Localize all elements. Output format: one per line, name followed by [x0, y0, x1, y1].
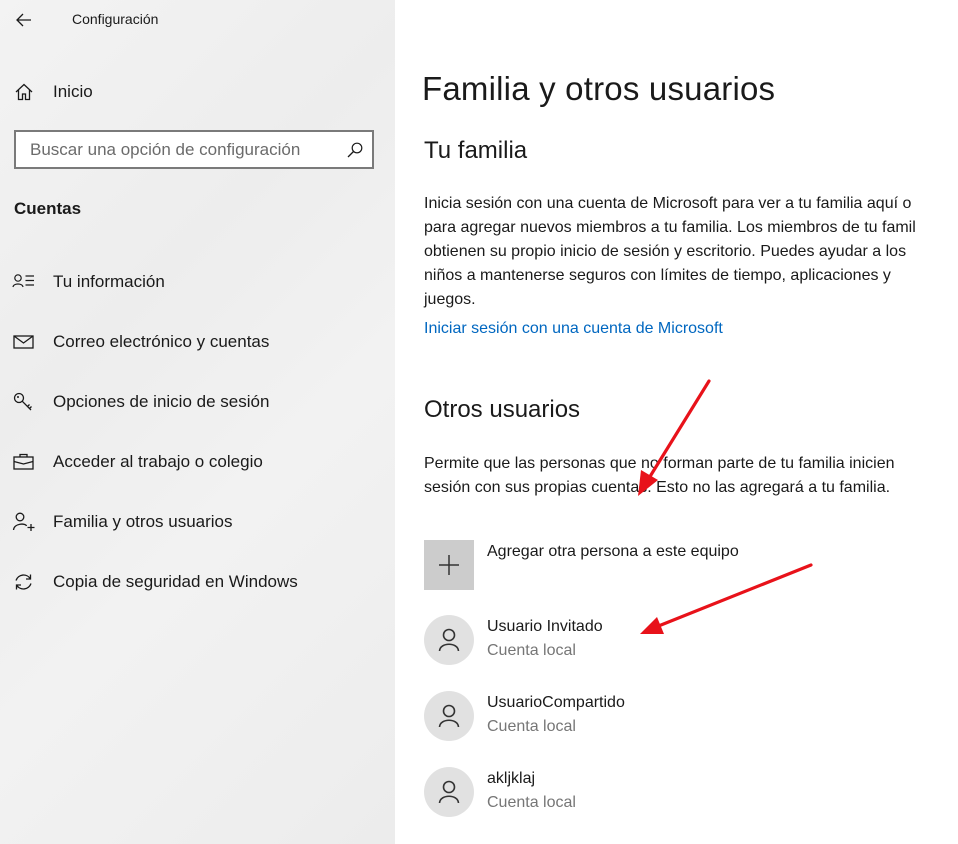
person-icon: [438, 780, 460, 804]
family-description-line: para agregar nuevos miembros a tu famili…: [424, 219, 916, 236]
sidebar-item-sign-in-options[interactable]: Opciones de inicio de sesión: [0, 382, 395, 422]
user-item[interactable]: Usuario Invitado Cuenta local: [424, 615, 944, 667]
user-name: UsuarioCompartido: [487, 694, 625, 711]
family-description-line: Inicia sesión con una cuenta de Microsof…: [424, 195, 912, 212]
user-name: Usuario Invitado: [487, 618, 603, 635]
sidebar-item-label: Tu información: [53, 272, 165, 291]
sync-icon: [15, 574, 32, 590]
section-title: Cuentas: [14, 199, 82, 218]
other-users-description-line: Permite que las personas que no forman p…: [424, 455, 895, 472]
user-name: akljklaj: [487, 770, 536, 787]
search-box[interactable]: [14, 130, 374, 169]
sidebar: Configuración Inicio Cuentas Tu informac…: [0, 0, 395, 844]
plus-icon: [439, 555, 459, 575]
sidebar-item-home[interactable]: Inicio: [0, 72, 395, 112]
family-description-line: obtienen su propio inicio de sesión y es…: [424, 243, 907, 260]
page-title: Familia y otros usuarios: [422, 70, 776, 107]
sidebar-item-your-info[interactable]: Tu información: [0, 262, 395, 302]
other-users-heading: Otros usuarios: [424, 396, 581, 423]
key-icon: [13, 392, 32, 411]
sidebar-item-family[interactable]: Familia y otros usuarios: [0, 502, 395, 542]
back-arrow-icon: [16, 13, 31, 27]
family-heading: Tu familia: [424, 137, 528, 164]
avatar: [424, 767, 474, 817]
other-users-description: Permite que las personas que no forman p…: [424, 452, 958, 500]
home-icon: [15, 83, 33, 101]
other-users-description-line: sesión con sus propias cuentas. Esto no …: [424, 479, 891, 496]
sidebar-item-label: Correo electrónico y cuentas: [53, 332, 270, 351]
briefcase-icon: [13, 453, 34, 470]
sidebar-item-label: Acceder al trabajo o colegio: [53, 452, 263, 471]
family-description-line: niños a mantenerse seguros con límites d…: [424, 267, 891, 284]
add-person-button[interactable]: Agregar otra persona a este equipo: [424, 540, 944, 590]
user-account-type: Cuenta local: [487, 642, 576, 659]
user-account-type: Cuenta local: [487, 718, 576, 735]
search-input[interactable]: [16, 132, 336, 167]
user-account-type: Cuenta local: [487, 794, 576, 811]
add-person-label: Agregar otra persona a este equipo: [487, 543, 739, 560]
add-person-icon: [12, 512, 35, 531]
sidebar-item-email[interactable]: Correo electrónico y cuentas: [0, 322, 395, 362]
user-item[interactable]: UsuarioCompartido Cuenta local: [424, 691, 944, 743]
person-icon: [438, 628, 460, 652]
sidebar-item-label: Opciones de inicio de sesión: [53, 392, 270, 411]
main-content: Familia y otros usuarios Tu familia Inic…: [395, 0, 958, 844]
search-icon[interactable]: [346, 141, 364, 159]
add-tile: [424, 540, 474, 590]
sidebar-item-backup[interactable]: Copia de seguridad en Windows: [0, 562, 395, 602]
avatar: [424, 691, 474, 741]
sidebar-item-home-label: Inicio: [53, 82, 93, 101]
family-description: Inicia sesión con una cuenta de Microsof…: [424, 192, 958, 312]
avatar: [424, 615, 474, 665]
sidebar-item-label: Familia y otros usuarios: [53, 512, 233, 531]
person-icon: [438, 704, 460, 728]
microsoft-sign-in-link[interactable]: Iniciar sesión con una cuenta de Microso…: [424, 320, 723, 338]
mail-icon: [13, 335, 34, 349]
sidebar-item-label: Copia de seguridad en Windows: [53, 572, 298, 591]
window-title: Configuración: [72, 11, 159, 27]
family-description-line: juegos.: [424, 291, 476, 308]
sidebar-item-work-school[interactable]: Acceder al trabajo o colegio: [0, 442, 395, 482]
user-item[interactable]: akljklaj Cuenta local: [424, 767, 944, 819]
back-button[interactable]: [8, 6, 40, 34]
contact-info-icon: [12, 274, 34, 288]
